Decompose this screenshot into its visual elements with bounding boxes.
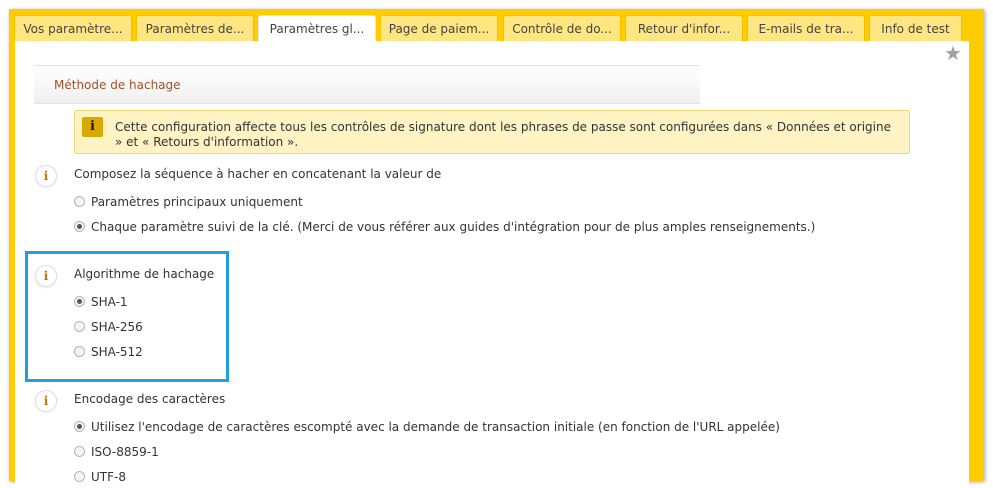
tab-parametres-de[interactable]: Paramètres de...	[136, 15, 254, 41]
tab-page-de-paiement[interactable]: Page de paiem...	[380, 15, 498, 41]
group-label-encoding: Encodage des caractères	[74, 392, 226, 406]
info-icon[interactable]: i	[35, 165, 57, 187]
settings-panel: ★ Méthode de hachage i Cette configurati…	[15, 41, 969, 488]
radio-button[interactable]	[74, 421, 85, 432]
radio-button[interactable]	[74, 196, 85, 207]
radio-label: Paramètres principaux uniquement	[91, 195, 303, 209]
tab-retour-d-information[interactable]: Retour d'infor...	[625, 15, 743, 41]
notice-box: i Cette configuration affecte tous les c…	[74, 110, 910, 154]
info-icon: i	[82, 117, 103, 137]
radio-label: UTF-8	[91, 470, 126, 484]
info-icon[interactable]: i	[35, 390, 57, 412]
tab-emails-de-transaction[interactable]: E-mails de tra...	[747, 15, 865, 41]
tab-controle-de-donnees[interactable]: Contrôle de do...	[503, 15, 621, 41]
radio-label: Utilisez l'encodage de caractères escomp…	[91, 420, 780, 434]
section-title: Méthode de hachage	[34, 65, 700, 104]
notice-text: Cette configuration affecte tous les con…	[115, 120, 891, 149]
radio-label: Chaque paramètre suivi de la clé. (Merci…	[91, 220, 816, 234]
tab-parametres-globaux[interactable]: Paramètres gl...	[258, 15, 376, 42]
highlight-box	[25, 251, 229, 382]
radio-button[interactable]	[74, 471, 85, 482]
star-icon[interactable]: ★	[944, 42, 962, 64]
group-label-sequence: Composez la séquence à hacher en concate…	[74, 167, 442, 181]
radio-button[interactable]	[74, 221, 85, 232]
radio-button[interactable]	[74, 446, 85, 457]
tab-vos-parametres[interactable]: Vos paramètre...	[14, 15, 132, 41]
radio-label: ISO-8859-1	[91, 445, 159, 459]
tab-info-de-test[interactable]: Info de test	[869, 15, 962, 41]
